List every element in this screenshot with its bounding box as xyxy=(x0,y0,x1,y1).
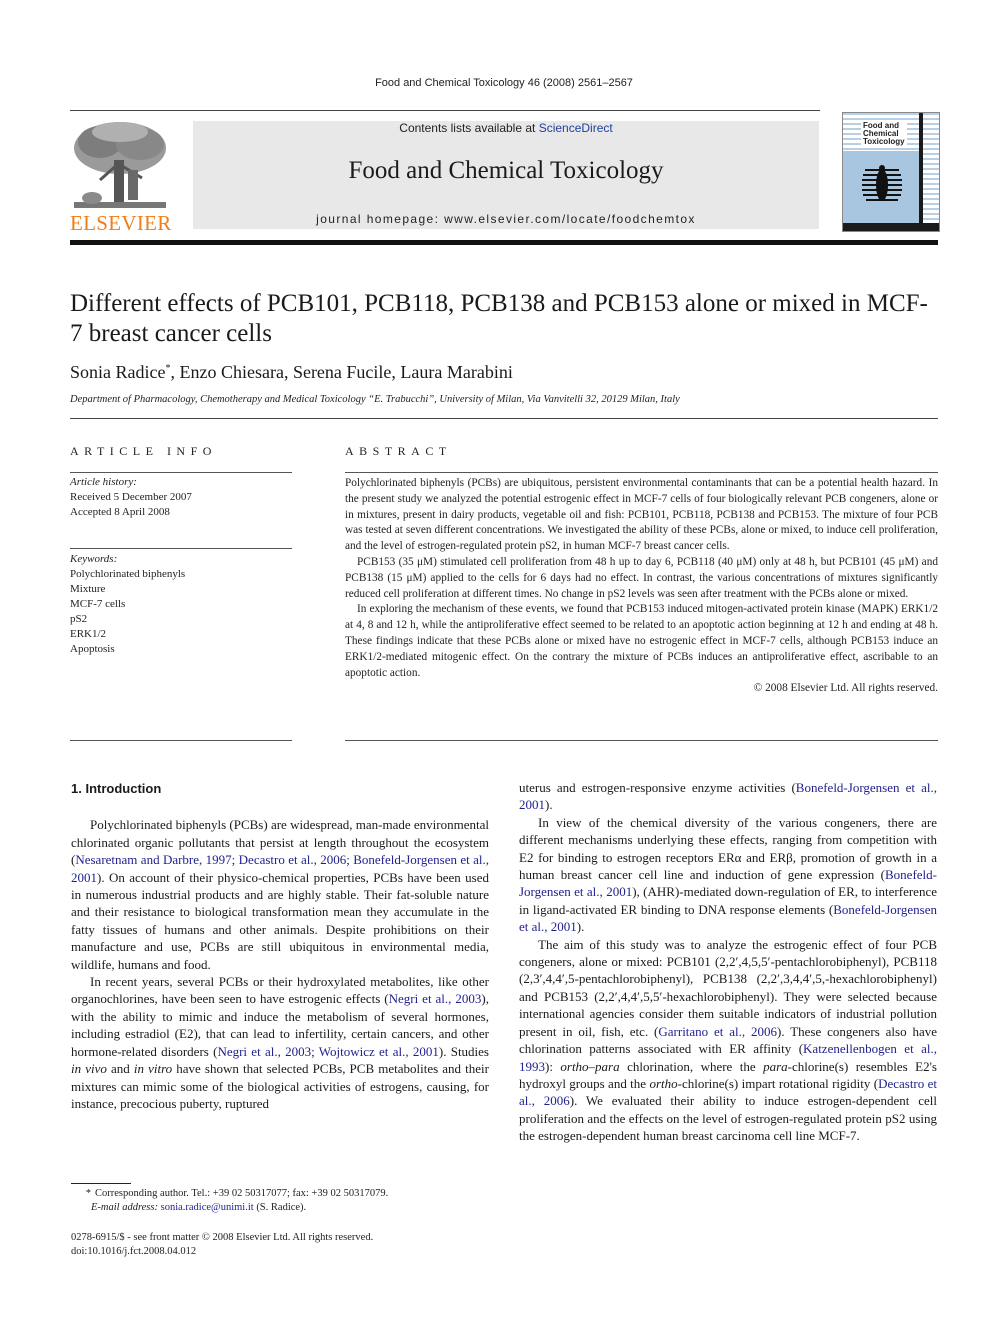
citation-link[interactable]: Negri et al., 2003; Wojtowicz et al., 20… xyxy=(217,1044,438,1059)
abstract-copyright: © 2008 Elsevier Ltd. All rights reserved… xyxy=(753,682,938,695)
received-date: Received 5 December 2007 xyxy=(70,491,192,503)
keyword: ERK1/2 xyxy=(70,628,107,640)
footnote-rule xyxy=(71,1183,131,1184)
email-link[interactable]: sonia.radice@unimi.it xyxy=(161,1202,254,1213)
body-paragraph: In view of the chemical diversity of the… xyxy=(519,814,937,935)
issn-line: 0278-6915/$ - see front matter © 2008 El… xyxy=(71,1232,374,1243)
keyword: MCF-7 cells xyxy=(70,598,126,610)
abstract-paragraph: Polychlorinated biphenyls (PCBs) are ubi… xyxy=(345,477,938,553)
history-label: Article history: xyxy=(70,476,137,488)
footnote-mark: * xyxy=(85,1188,91,1199)
keywords: Keywords: Polychlorinated biphenyls Mixt… xyxy=(70,552,185,657)
journal-cover[interactable]: Food and Chemical Toxicology xyxy=(842,112,940,232)
contents-prefix: Contents lists available at xyxy=(399,121,539,135)
keywords-label: Keywords: xyxy=(70,553,118,565)
body-paragraph: Polychlorinated biphenyls (PCBs) are wid… xyxy=(71,817,489,972)
cover-figure-icon xyxy=(862,165,902,201)
corresponding-author-note: Corresponding author. Tel.: +39 02 50317… xyxy=(95,1188,389,1199)
elsevier-tree-icon xyxy=(70,120,170,212)
body-paragraph: The aim of this study was to analyze the… xyxy=(519,936,938,1144)
divider xyxy=(345,740,938,741)
body-column-left: 1. Introduction Polychlorinated biphenyl… xyxy=(71,780,489,1112)
citation-link[interactable]: Garritano et al., 2006 xyxy=(658,1024,777,1039)
keyword: pS2 xyxy=(70,613,88,625)
sciencedirect-link[interactable]: ScienceDirect xyxy=(539,121,613,135)
keyword: Polychlorinated biphenyls xyxy=(70,568,186,580)
section-heading: 1. Introduction xyxy=(71,781,162,796)
citation-link[interactable]: Negri et al., 2003 xyxy=(389,991,482,1006)
keyword: Apoptosis xyxy=(70,643,115,655)
issn-block: 0278-6915/$ - see front matter © 2008 El… xyxy=(71,1231,373,1259)
journal-title: Food and Chemical Toxicology xyxy=(348,157,664,184)
author-others: , Enzo Chiesara, Serena Fucile, Laura Ma… xyxy=(170,362,513,382)
article-info-heading: ARTICLE INFO xyxy=(70,444,217,458)
contents-line: Contents lists available at ScienceDirec… xyxy=(193,121,819,135)
running-head: Food and Chemical Toxicology 46 (2008) 2… xyxy=(375,77,633,89)
keyword: Mixture xyxy=(70,583,106,595)
article-title: Different effects of PCB101, PCB118, PCB… xyxy=(70,290,928,347)
divider xyxy=(345,472,938,473)
article-history: Article history: Received 5 December 200… xyxy=(70,475,192,520)
body-paragraph-continued: uterus and estrogen-responsive enzyme ac… xyxy=(519,780,938,813)
email-label: E-mail address: xyxy=(91,1202,158,1213)
affiliation: Department of Pharmacology, Chemotherapy… xyxy=(70,394,680,405)
top-rule xyxy=(70,110,820,111)
footnote: * Corresponding author. Tel.: +39 02 5031… xyxy=(71,1187,388,1215)
body-column-right: uterus and estrogen-responsive enzyme ac… xyxy=(519,779,937,1145)
elsevier-logo-text[interactable]: ELSEVIER xyxy=(70,211,172,236)
divider xyxy=(70,472,292,473)
affiliation-divider xyxy=(70,418,938,419)
doi-link[interactable]: doi:10.1016/j.fct.2008.04.012 xyxy=(71,1245,373,1259)
abstract-body: Polychlorinated biphenyls (PCBs) are ubi… xyxy=(345,476,938,697)
author-corresponding[interactable]: Sonia Radice xyxy=(70,362,165,382)
author-list: Sonia Radice*, Enzo Chiesara, Serena Fuc… xyxy=(70,362,513,383)
abstract-paragraph: PCB153 (35 μM) stimulated cell prolifera… xyxy=(345,555,938,600)
accepted-date: Accepted 8 April 2008 xyxy=(70,506,170,518)
header-divider xyxy=(70,240,938,245)
cover-title: Food and Chemical Toxicology xyxy=(861,121,907,146)
abstract-paragraph: In exploring the mechanism of these even… xyxy=(345,603,938,679)
body-paragraph: In recent years, several PCBs or their h… xyxy=(71,974,489,1111)
journal-banner: Contents lists available at ScienceDirec… xyxy=(193,121,819,229)
divider xyxy=(70,548,292,549)
divider xyxy=(70,740,292,741)
journal-homepage[interactable]: journal homepage: www.elsevier.com/locat… xyxy=(193,212,819,226)
abstract-heading: ABSTRACT xyxy=(345,444,452,458)
